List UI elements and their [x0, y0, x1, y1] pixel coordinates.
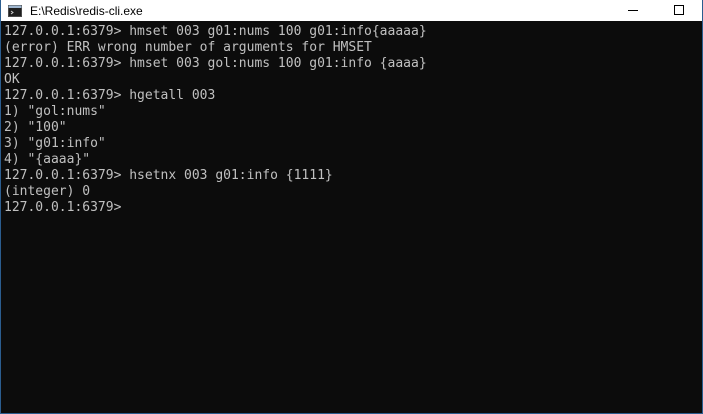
- console-line: 127.0.0.1:6379> hmset 003 g01:nums 100 g…: [4, 24, 427, 39]
- console-line: 127.0.0.1:6379> hsetnx 003 g01:info {111…: [4, 168, 333, 183]
- console-line: 4) "{aaaa}": [4, 152, 91, 167]
- console-line: (error) ERR wrong number of arguments fo…: [4, 40, 372, 55]
- window-title: E:\Redis\redis-cli.exe: [30, 3, 143, 18]
- window-controls: [610, 0, 702, 21]
- maximize-icon: [674, 2, 684, 20]
- console-line: 127.0.0.1:6379> hmset 003 gol:nums 100 g…: [4, 56, 427, 71]
- console-line: (integer) 0: [4, 184, 91, 199]
- console-line: OK: [4, 72, 20, 87]
- console-window: E:\Redis\redis-cli.exe 127.0.0.1:6379> h…: [0, 0, 703, 414]
- console-line: 3) "g01:info": [4, 136, 106, 151]
- console-prompt[interactable]: 127.0.0.1:6379>: [4, 200, 700, 216]
- minimize-button[interactable]: [610, 0, 656, 21]
- console-window-icon[interactable]: [8, 4, 22, 17]
- title-bar[interactable]: E:\Redis\redis-cli.exe: [1, 0, 702, 21]
- maximize-button[interactable]: [656, 0, 702, 21]
- console-output[interactable]: 127.0.0.1:6379> hmset 003 g01:nums 100 g…: [4, 24, 700, 411]
- console-line: 2) "100": [4, 120, 67, 135]
- console-line: 1) "gol:nums": [4, 104, 106, 119]
- console-line: 127.0.0.1:6379> hgetall 003: [4, 88, 216, 103]
- minimize-icon: [628, 2, 638, 20]
